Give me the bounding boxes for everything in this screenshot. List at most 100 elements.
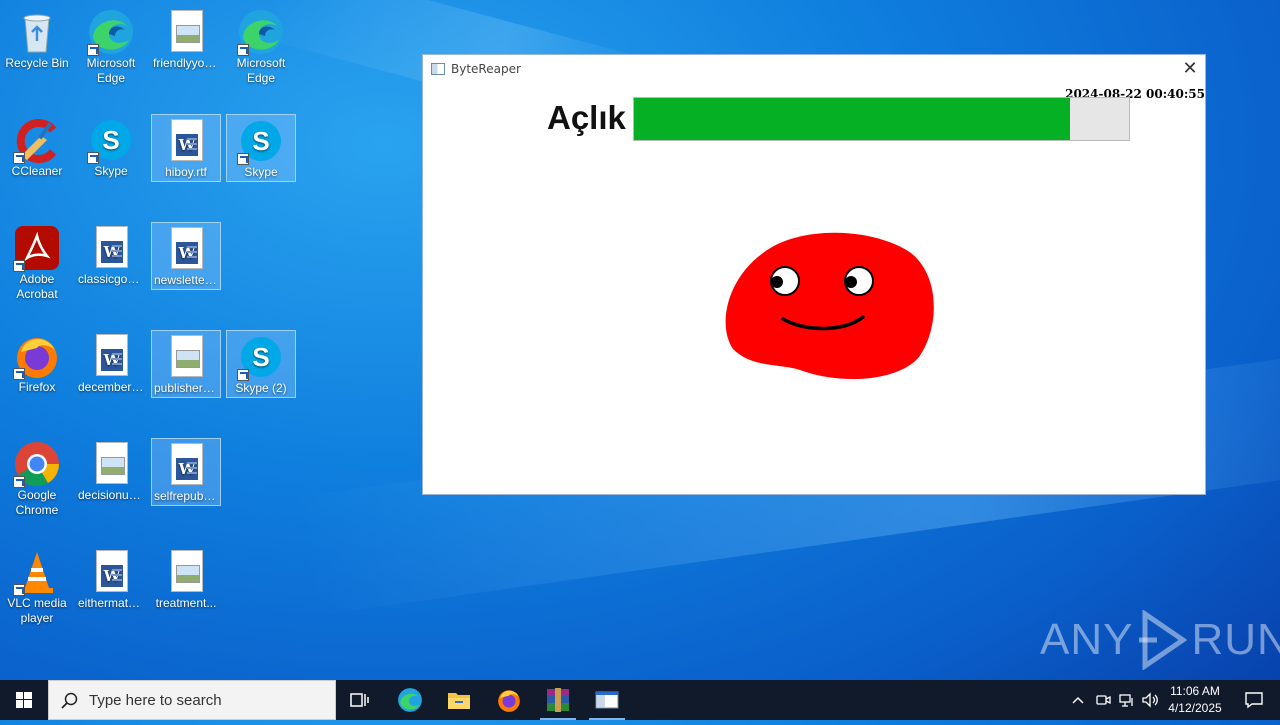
pet-right-eye [844,266,874,296]
pet-body [725,232,934,380]
desktop-icon-label: publishera... [154,381,220,395]
desktop-icon-label: newsletter... [154,273,219,287]
notification-icon [1245,692,1263,709]
skype-icon: S [237,117,285,165]
desktop-icon-label: Firefox [18,380,56,394]
desktop-icon-classicgoo[interactable]: W classicgoo... [76,222,146,290]
shortcut-arrow-icon [237,153,249,165]
desktop-icon-hiboy[interactable]: W hiboy.rtf [151,114,221,182]
edge-icon [398,688,422,712]
vlc-icon [13,548,61,596]
shortcut-arrow-icon [87,152,99,164]
notification-center-button[interactable] [1234,680,1274,720]
desktop-icon-eithermatur[interactable]: W eithermatur... [76,546,146,614]
tray-network-button[interactable] [1116,680,1138,720]
winrar-icon [547,688,569,712]
watermark-text-left: ANY [1040,615,1134,664]
svg-text:S: S [252,126,269,156]
word-document-icon: W [162,117,210,165]
taskbar-bytereaper-button[interactable] [583,680,631,720]
word-document-icon: W [162,441,210,489]
desktop-icon-microsoft-edge-2[interactable]: Microsoft Edge [226,6,296,85]
watermark-text-right: RUN [1191,615,1280,664]
meet-now-icon [1096,695,1111,705]
desktop-icon-label: selfrepubli... [154,489,219,503]
taskbar-file-explorer-button[interactable] [435,680,483,720]
folder-icon [448,693,470,709]
acrobat-icon [13,224,61,272]
desktop-icon-label: Skype [244,165,278,179]
desktop-icon-label: CCleaner [11,164,63,178]
skype-icon: S [237,333,285,381]
start-button[interactable] [0,680,48,720]
desktop-icon-label: Skype [94,164,128,178]
shortcut-arrow-icon [237,44,249,56]
desktop-icon-label: VLC media player [7,596,67,625]
desktop-icon-label: friendlyyou... [153,56,221,70]
shortcut-arrow-icon [13,260,25,272]
desktop-icon-skype[interactable]: S Skype [76,114,146,182]
desktop-icon-decisionuni[interactable]: decisionuni... [76,438,146,506]
desktop-icon-label: decisionuni... [78,488,146,502]
desktop-icon-adobe-acrobat[interactable]: Adobe Acrobat [2,222,72,301]
edge-icon [237,8,285,56]
shortcut-arrow-icon [237,369,249,381]
desktop-icon-newsletter[interactable]: W newsletter... [151,222,221,290]
app-window-icon [595,691,619,709]
close-button[interactable]: ✕ [1175,55,1205,83]
task-view-button[interactable] [336,680,384,720]
desktop-icon-recycle-bin[interactable]: Recycle Bin [2,6,72,74]
network-icon [1119,694,1133,707]
desktop-icon-label: Adobe Acrobat [16,272,58,301]
taskbar-winrar-button[interactable] [534,680,582,720]
desktop-icon-ccleaner[interactable]: CCleaner [2,114,72,182]
desktop-icon-google-chrome[interactable]: Google Chrome [2,438,72,517]
chevron-up-icon [1072,696,1084,704]
desktop-icon-label: Microsoft Edge [86,56,136,85]
shortcut-arrow-icon [13,152,25,164]
word-document-icon: W [162,225,210,273]
shortcut-arrow-icon [13,476,25,488]
taskbar-edge-button[interactable] [386,680,434,720]
search-input[interactable]: Type here to search [48,680,336,720]
desktop-icon-treatment[interactable]: treatment... [151,546,221,614]
app-window-icon [431,63,445,75]
taskbar-firefox-button[interactable] [485,680,533,720]
desktop-icon-microsoft-edge[interactable]: Microsoft Edge [76,6,146,85]
windows-logo-icon [16,692,32,708]
svg-text:S: S [252,342,269,372]
desktop-icon-label: Google Chrome [15,488,59,517]
search-icon [61,692,78,709]
desktop-icon-label: Skype (2) [235,381,287,395]
desktop-icon-friendlyyou[interactable]: friendlyyou... [151,6,221,74]
anyrun-watermark: ANY RUN [1040,608,1280,672]
image-file-icon [162,333,210,381]
pet-creature[interactable] [723,229,937,383]
desktop-icon-firefox[interactable]: Firefox [2,330,72,398]
window-title: ByteReaper [451,62,521,76]
hunger-progress-bar [633,97,1130,141]
desktop-icon-skype-2[interactable]: S Skype [226,114,296,182]
search-placeholder: Type here to search [89,692,222,709]
hunger-label: Açlık [547,99,626,136]
ccleaner-icon [13,116,61,164]
desktop-icon-decemberu[interactable]: W decemberu... [76,330,146,398]
taskbar-clock[interactable]: 11:06 AM 4/12/2025 [1160,683,1230,717]
image-file-icon [162,8,210,56]
desktop-icon-publishera[interactable]: publishera... [151,330,221,398]
clock-date: 4/12/2025 [1168,701,1222,715]
desktop-icon-label: Microsoft Edge [236,56,286,85]
window-titlebar[interactable]: ByteReaper ✕ [423,55,1205,83]
word-document-icon: W [87,548,135,596]
bytereaper-window[interactable]: ByteReaper ✕ 2024-08-22 00:40:55 Açlık [422,54,1206,495]
tray-volume-button[interactable] [1140,680,1162,720]
image-file-icon [162,548,210,596]
tray-meet-now-button[interactable] [1092,680,1114,720]
shortcut-arrow-icon [13,368,25,380]
show-hidden-icons-button[interactable] [1068,680,1088,720]
word-document-icon: W [87,224,135,272]
desktop-icon-vlc[interactable]: VLC media player [2,546,72,625]
desktop-icon-selfrepubli[interactable]: W selfrepubli... [151,438,221,506]
volume-icon [1142,692,1158,708]
desktop-icon-skype-3[interactable]: S Skype (2) [226,330,296,398]
